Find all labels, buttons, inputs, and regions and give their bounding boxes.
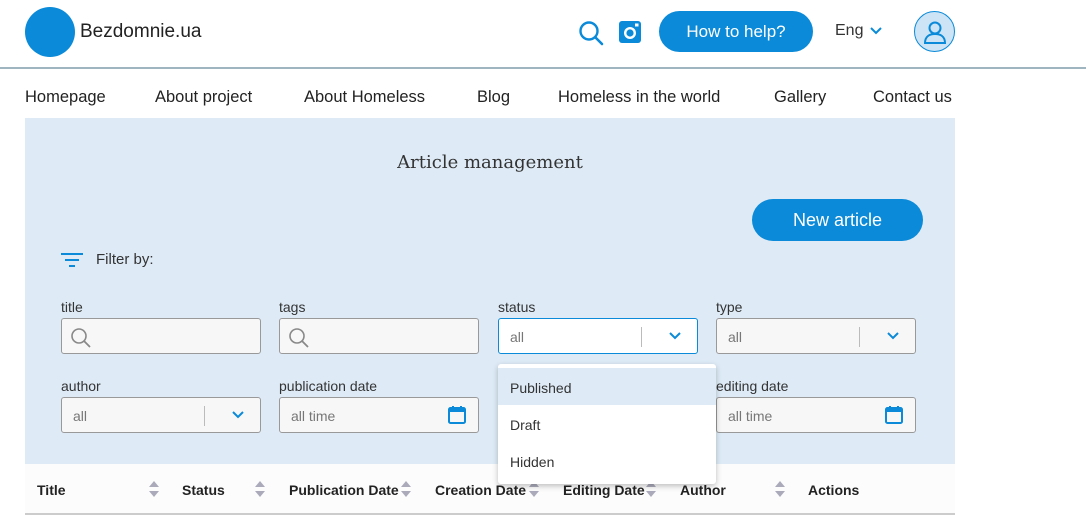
language-label: Eng — [835, 22, 864, 39]
type-select[interactable]: all — [716, 318, 916, 354]
status-option-draft[interactable]: Draft — [498, 405, 716, 442]
status-dropdown-menu: Published Draft Hidden — [498, 364, 716, 484]
status-select-value: all — [510, 329, 525, 345]
editing-date-value: all time — [728, 408, 773, 424]
column-creation-date[interactable]: Creation Date — [435, 482, 526, 498]
nav-about-homeless[interactable]: About Homeless — [304, 88, 425, 107]
new-article-button[interactable]: New article — [752, 199, 923, 241]
select-separator — [204, 406, 205, 426]
how-to-help-button[interactable]: How to help? — [659, 11, 813, 52]
calendar-icon — [885, 406, 903, 424]
filter-by-label: Filter by: — [96, 251, 154, 268]
logo-text[interactable]: Bezdomnie.ua — [80, 21, 201, 43]
editing-date-label: editing date — [716, 378, 789, 394]
publication-date-label: publication date — [279, 378, 378, 394]
type-select-value: all — [728, 329, 743, 345]
type-filter-label: type — [716, 299, 743, 315]
filter-by-heading: Filter by: — [60, 251, 154, 268]
publication-date-picker[interactable]: all time — [279, 397, 479, 433]
column-title[interactable]: Title — [37, 482, 66, 498]
author-filter-label: author — [61, 378, 101, 394]
tags-filter-label: tags — [279, 299, 306, 315]
filter-icon — [61, 252, 83, 267]
status-option-hidden[interactable]: Hidden — [498, 442, 716, 479]
author-select[interactable]: all — [61, 397, 261, 433]
column-publication-date[interactable]: Publication Date — [289, 482, 399, 498]
language-selector[interactable]: Eng — [835, 22, 883, 40]
calendar-icon — [448, 406, 466, 424]
status-option-published[interactable]: Published — [498, 368, 716, 405]
search-icon — [71, 328, 91, 348]
nav-blog[interactable]: Blog — [477, 88, 510, 107]
search-icon[interactable] — [577, 19, 605, 47]
main-nav: Homepage About project About Homeless Bl… — [0, 88, 1086, 110]
nav-about-project[interactable]: About project — [155, 88, 252, 107]
nav-contact-us[interactable]: Contact us — [873, 88, 952, 107]
title-search-input[interactable] — [61, 318, 261, 354]
user-icon[interactable] — [914, 11, 955, 52]
header-divider — [0, 67, 1086, 69]
chevron-down-icon — [232, 411, 244, 419]
nav-homeless-world[interactable]: Homeless in the world — [558, 88, 720, 107]
search-icon — [289, 328, 309, 348]
nav-homepage[interactable]: Homepage — [25, 88, 106, 107]
nav-gallery[interactable]: Gallery — [774, 88, 826, 107]
publication-date-value: all time — [291, 408, 336, 424]
logo[interactable] — [25, 7, 75, 57]
page-title: Article management — [397, 152, 583, 173]
column-actions: Actions — [808, 482, 860, 498]
select-separator — [859, 327, 860, 347]
instagram-icon[interactable] — [616, 18, 644, 46]
editing-date-picker[interactable]: all time — [716, 397, 916, 433]
chevron-down-icon — [669, 332, 681, 340]
status-filter-label: status — [498, 299, 536, 315]
status-select[interactable]: all — [498, 318, 698, 354]
select-separator — [641, 327, 642, 347]
sort-icon[interactable] — [774, 480, 786, 498]
column-status[interactable]: Status — [182, 482, 225, 498]
chevron-down-icon — [887, 332, 899, 340]
tags-search-input[interactable] — [279, 318, 479, 354]
chevron-down-icon — [870, 27, 883, 35]
column-editing-date[interactable]: Editing Date — [563, 482, 645, 498]
sort-icon[interactable] — [148, 480, 160, 498]
author-select-value: all — [73, 408, 88, 424]
sort-icon[interactable] — [400, 480, 412, 498]
title-filter-label: title — [61, 299, 83, 315]
sort-icon[interactable] — [254, 480, 266, 498]
column-author[interactable]: Author — [680, 482, 726, 498]
table-header-divider — [25, 513, 955, 515]
